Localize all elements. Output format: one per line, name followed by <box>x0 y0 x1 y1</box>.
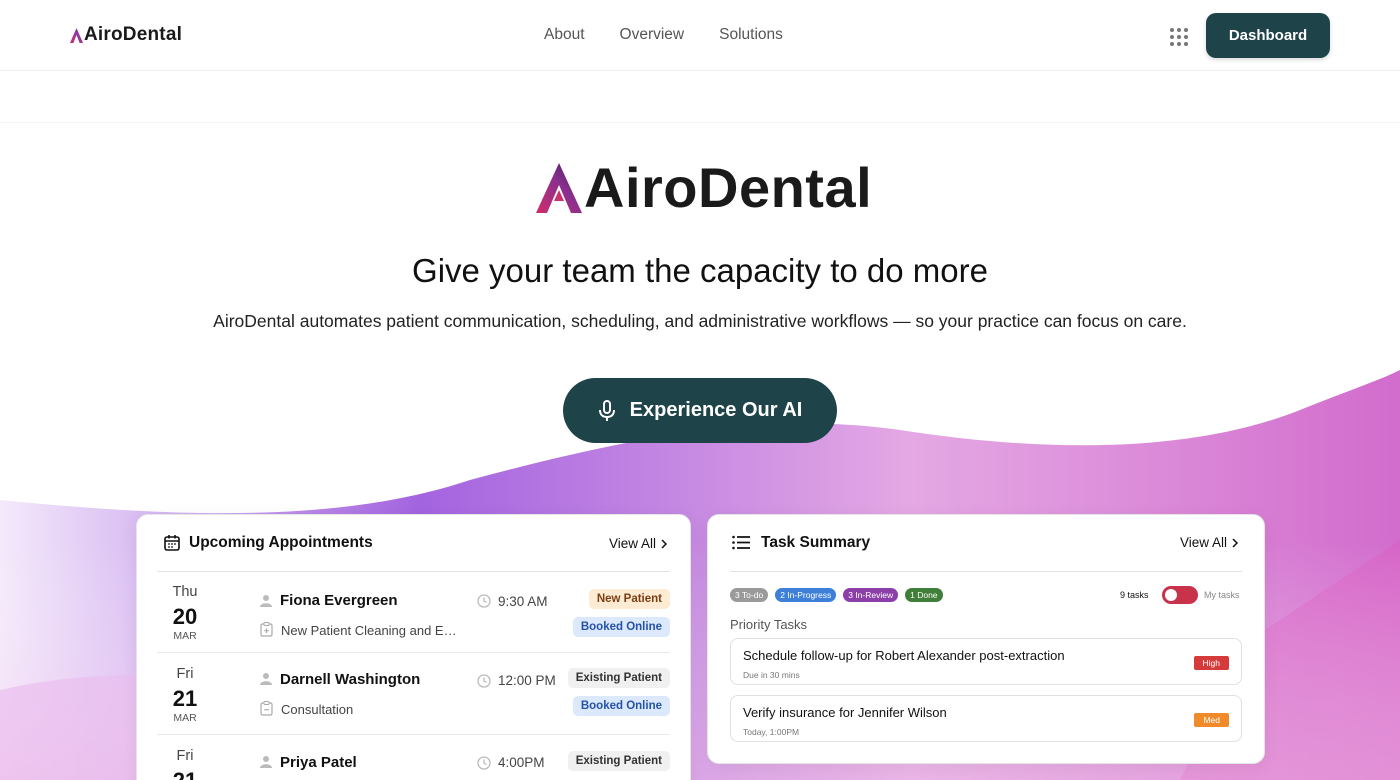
brand-name: AiroDental <box>84 24 183 45</box>
task-due: Due in 30 mins <box>743 670 800 680</box>
appointment-row[interactable]: Fri 21 Priya Patel 4:00PM Existing Patie… <box>157 735 670 780</box>
appointments-view-all-label: View All <box>608 536 656 551</box>
patient-type-badge: Existing Patient <box>567 751 670 771</box>
chevron-right-icon <box>1232 537 1239 548</box>
appointments-title: Upcoming Appointments <box>189 534 373 551</box>
hero-brand-name: AiroDental <box>584 156 873 219</box>
person-icon <box>260 756 272 768</box>
appointment-month: MAR <box>173 712 197 724</box>
appointment-dow: Fri <box>176 748 194 764</box>
tasks-count: 9 tasks <box>1120 590 1149 600</box>
patient-name: Fiona Evergreen <box>280 592 398 609</box>
main-nav: About Overview Solutions <box>544 26 783 44</box>
priority-task-item[interactable]: Schedule follow-up for Robert Alexander … <box>730 638 1242 685</box>
chip-in-progress[interactable]: 2 In-Progress <box>775 588 837 602</box>
priority-badge: Med <box>1194 713 1229 727</box>
appointment-row[interactable]: Fri 21 MAR Darnell Washington Consultati… <box>157 654 670 735</box>
hero-subtitle: AiroDental automates patient communicati… <box>213 311 1187 331</box>
chip-todo[interactable]: 3 To-do <box>730 588 769 602</box>
appointments-header: Upcoming Appointments View All <box>137 515 690 571</box>
appointment-time: 9:30 AM <box>498 594 548 609</box>
person-icon <box>260 673 272 685</box>
dashboard-button[interactable]: Dashboard <box>1206 13 1330 58</box>
appointments-view-all[interactable]: View All <box>609 536 668 551</box>
top-navbar: AiroDental About Overview Solutions Dash… <box>0 0 1400 71</box>
hero-logo: AiroDental <box>536 160 872 216</box>
toggle-knob <box>1165 589 1177 601</box>
appointment-dow: Thu <box>172 584 198 600</box>
patient-name: Priya Patel <box>280 754 357 771</box>
my-tasks-label: My tasks <box>1204 590 1240 600</box>
appointment-description: Consultation <box>281 702 354 717</box>
airodental-logo-icon <box>70 27 83 43</box>
patient-type-badge: Existing Patient <box>567 668 670 688</box>
task-title: Verify insurance for Jennifer Wilson <box>743 705 947 720</box>
tasks-view-all-label: View All <box>1179 535 1227 550</box>
person-icon <box>260 595 272 607</box>
list-icon <box>732 535 750 550</box>
appointment-day: 21 <box>169 768 201 780</box>
experience-ai-label: Experience Our AI <box>629 399 803 421</box>
task-due: Today, 1:00PM <box>743 727 800 737</box>
clock-icon <box>477 756 491 770</box>
clipboard-icon <box>260 622 273 637</box>
sub-header-band <box>0 71 1400 123</box>
chip-done[interactable]: 1 Done <box>905 588 943 602</box>
appointment-month: MAR <box>173 630 197 642</box>
appointment-time: 4:00PM <box>498 755 545 770</box>
upcoming-appointments-card: Upcoming Appointments View All Thu 20 MA… <box>136 514 691 780</box>
task-summary-card: Task Summary View All 3 To-do 2 In-Progr… <box>707 514 1265 764</box>
tasks-view-all[interactable]: View All <box>1180 535 1239 550</box>
my-tasks-toggle[interactable] <box>1162 586 1198 604</box>
tasks-divider <box>730 571 1242 572</box>
priority-task-item[interactable]: Verify insurance for Jennifer Wilson Tod… <box>730 695 1242 742</box>
calendar-icon <box>164 535 180 551</box>
priority-tasks-heading: Priority Tasks <box>730 617 808 632</box>
clipboard-icon <box>260 701 273 716</box>
chip-in-review[interactable]: 3 In-Review <box>843 588 899 602</box>
clock-icon <box>477 594 491 608</box>
nav-about[interactable]: About <box>544 26 585 44</box>
tasks-title: Task Summary <box>761 534 871 551</box>
airodental-logo-mark <box>536 163 582 213</box>
appointment-description: New Patient Cleaning and Exam <box>281 623 463 638</box>
priority-badge: High <box>1193 656 1229 670</box>
appointment-time: 12:00 PM <box>498 673 556 688</box>
nav-overview[interactable]: Overview <box>620 26 685 44</box>
tasks-header: Task Summary View All <box>708 515 1264 571</box>
nav-solutions[interactable]: Solutions <box>719 26 783 44</box>
patient-name: Darnell Washington <box>280 671 421 688</box>
chevron-right-icon <box>661 538 668 549</box>
appointment-row[interactable]: Thu 20 MAR Fiona Evergreen New Patient C… <box>157 572 670 653</box>
brand-logo[interactable]: AiroDental <box>70 24 182 46</box>
task-title: Schedule follow-up for Robert Alexander … <box>743 648 1065 663</box>
appointment-dow: Fri <box>176 666 194 682</box>
booking-badge: Booked Online <box>572 696 670 716</box>
booking-badge: Booked Online <box>572 617 670 637</box>
appointment-day: 21 <box>172 686 198 711</box>
hero-title: Give your team the capacity to do more <box>412 252 988 289</box>
appointment-day: 20 <box>172 604 198 629</box>
microphone-icon <box>598 399 615 421</box>
task-status-chips: 3 To-do 2 In-Progress 3 In-Review 1 Done <box>730 588 943 602</box>
grid-icon[interactable] <box>1166 24 1190 48</box>
experience-ai-button[interactable]: Experience Our AI <box>563 378 837 443</box>
clock-icon <box>477 674 491 688</box>
patient-type-badge: New Patient <box>588 589 670 609</box>
